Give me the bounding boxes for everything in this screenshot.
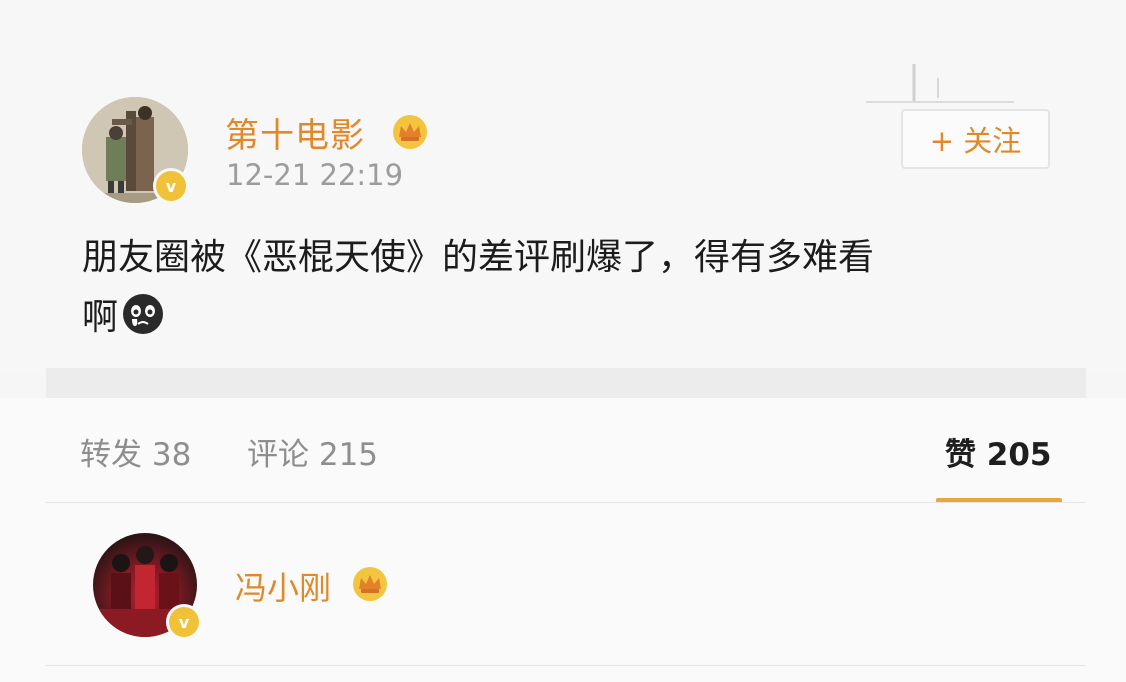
like-tab[interactable]: 赞 205 [945, 429, 1052, 474]
liker-name[interactable]: 冯小刚 [235, 563, 331, 609]
post-body: 朋友圈被《恶棍天使》的差评刷爆了，得有多难看 啊 [82, 228, 1042, 348]
follow-button[interactable]: + 关注 [901, 109, 1050, 169]
repost-tab[interactable]: 转发 38 [80, 429, 191, 474]
weibo-post: v 第十电影 12-21 22:19 + 关注 朋友圈被《恶棍天使》的差评刷爆了… [0, 0, 1126, 370]
verified-badge-icon: v [153, 168, 189, 204]
vip-crown-icon [390, 112, 430, 152]
liker-verified-badge-icon: v [166, 604, 202, 640]
comment-tab[interactable]: 评论 215 [247, 429, 378, 474]
post-timestamp: 12-21 22:19 [226, 158, 404, 192]
post-actions-bar: 转发 38 评论 215 赞 205 [0, 398, 1126, 508]
decorative-lines-icon [866, 64, 1014, 103]
section-divider [46, 368, 1086, 398]
post-text-line-2: 啊 [82, 288, 1042, 348]
crying-face-icon [123, 294, 164, 334]
post-text-line-2-text: 啊 [82, 297, 119, 338]
liker-vip-crown-icon [350, 564, 390, 604]
post-text-line-1: 朋友圈被《恶棍天使》的差评刷爆了，得有多难看 [82, 237, 875, 278]
list-divider [46, 665, 1086, 666]
actions-divider [46, 502, 1086, 503]
author-name[interactable]: 第十电影 [225, 108, 365, 157]
